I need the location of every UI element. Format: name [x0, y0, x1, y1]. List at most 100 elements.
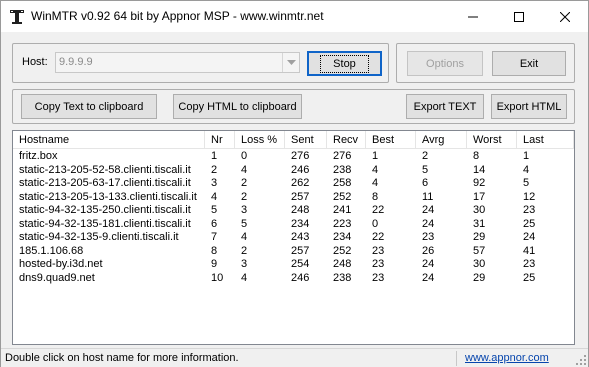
column-header-worst[interactable]: Worst	[467, 131, 517, 149]
cell-hostname[interactable]: static-213-205-13-133.clienti.tiscali.it	[13, 191, 205, 205]
cell-loss: 4	[241, 271, 248, 284]
cell-loss: 2	[241, 190, 248, 203]
close-button[interactable]	[542, 1, 588, 32]
table-row[interactable]: static-213-205-63-17.clienti.tiscali.it 3…	[13, 177, 574, 191]
host-value[interactable]: 9.9.9.9	[59, 56, 93, 68]
column-header-last[interactable]: Last	[517, 131, 574, 149]
table-row[interactable]: static-213-205-52-58.clienti.tiscali.it 2…	[13, 164, 574, 178]
cell-sent: 246	[291, 163, 310, 176]
minimize-button[interactable]	[450, 1, 496, 32]
resize-grip-icon[interactable]	[576, 355, 586, 365]
export-html-button[interactable]: Export HTML	[491, 94, 567, 119]
cell-hostname[interactable]: static-94-32-135-250.clienti.tiscali.it	[13, 204, 205, 218]
copy-text-button[interactable]: Copy Text to clipboard	[21, 94, 157, 119]
copy-text-label: Copy Text to clipboard	[34, 100, 144, 113]
cell-worst: 17	[473, 190, 486, 203]
cell-best: 22	[372, 231, 385, 243]
column-header-sent[interactable]: Sent	[285, 131, 327, 149]
table-header: Hostname Nr Loss % Sent Recv Best Avrg W…	[13, 131, 574, 149]
cell-avrg: 6	[422, 177, 429, 189]
cell-nr: 1	[211, 150, 218, 162]
cell-last: 12	[523, 190, 536, 203]
cell-sent: 262	[291, 177, 310, 189]
cell-best: 23	[372, 271, 385, 284]
cell-last: 1	[523, 150, 530, 162]
stop-button[interactable]: Stop	[307, 51, 382, 76]
chevron-down-icon[interactable]	[282, 53, 299, 72]
cell-nr: 4	[211, 190, 218, 203]
cell-worst: 30	[473, 204, 486, 216]
cell-loss: 2	[241, 177, 248, 189]
export-html-label: Export HTML	[496, 100, 562, 113]
cell-sent: 248	[291, 204, 310, 216]
export-text-label: Export TEXT	[413, 100, 477, 113]
cell-recv: 241	[333, 204, 352, 216]
cell-recv: 234	[333, 231, 352, 243]
cell-last: 4	[523, 163, 530, 176]
app-icon	[9, 9, 25, 25]
cell-avrg: 24	[422, 271, 435, 284]
cell-hostname[interactable]: static-213-205-52-58.clienti.tiscali.it	[13, 164, 205, 178]
cell-hostname[interactable]: hosted-by.i3d.net	[13, 258, 205, 272]
cell-sent: 257	[291, 190, 310, 203]
cell-sent: 234	[291, 217, 310, 230]
cell-best: 23	[372, 258, 385, 270]
appnor-link[interactable]: www.appnor.com	[465, 352, 549, 364]
column-header-best[interactable]: Best	[366, 131, 416, 149]
cell-nr: 6	[211, 217, 218, 230]
table-row[interactable]: hosted-by.i3d.net 9 3 254 248 23 24 30 23	[13, 258, 574, 272]
exit-button[interactable]: Exit	[492, 51, 566, 76]
results-table[interactable]: Hostname Nr Loss % Sent Recv Best Avrg W…	[12, 130, 575, 345]
cell-avrg: 24	[422, 217, 435, 230]
cell-sent: 276	[291, 150, 310, 162]
cell-hostname[interactable]: static-94-32-135-181.clienti.tiscali.it	[13, 218, 205, 232]
cell-recv: 252	[333, 190, 352, 203]
table-row[interactable]: dns9.quad9.net 10 4 246 238 23 24 29 25	[13, 272, 574, 286]
export-text-button[interactable]: Export TEXT	[406, 94, 484, 119]
table-row[interactable]: static-94-32-135-181.clienti.tiscali.it 6…	[13, 218, 574, 232]
cell-nr: 9	[211, 258, 218, 270]
cell-loss: 2	[241, 244, 248, 257]
cell-last: 41	[523, 244, 536, 257]
column-header-nr[interactable]: Nr	[205, 131, 235, 149]
table-body: fritz.box 1 0 276 276 1 2 8 1 static-213-205-52-5…	[13, 150, 574, 285]
cell-nr: 2	[211, 163, 218, 176]
cell-best: 4	[372, 177, 379, 189]
cell-sent: 246	[291, 271, 310, 284]
cell-hostname[interactable]: fritz.box	[13, 150, 205, 164]
cell-hostname[interactable]: static-94-32-135-9.clienti.tiscali.it	[13, 231, 205, 245]
options-button[interactable]: Options	[407, 51, 483, 76]
table-row[interactable]: static-94-32-135-250.clienti.tiscali.it 5…	[13, 204, 574, 218]
table-row[interactable]: fritz.box 1 0 276 276 1 2 8 1	[13, 150, 574, 164]
column-header-hostname[interactable]: Hostname	[13, 131, 205, 149]
cell-hostname[interactable]: static-213-205-63-17.clienti.tiscali.it	[13, 177, 205, 191]
cell-worst: 29	[473, 271, 486, 284]
cell-sent: 254	[291, 258, 310, 270]
column-header-loss[interactable]: Loss %	[235, 131, 285, 149]
title-bar[interactable]: WinMTR v0.92 64 bit by Appnor MSP - www.…	[1, 1, 588, 32]
table-row[interactable]: 185.1.106.68 8 2 257 252 23 26 57 41	[13, 245, 574, 259]
cell-nr: 7	[211, 231, 218, 243]
cell-best: 1	[372, 150, 379, 162]
cell-hostname[interactable]: 185.1.106.68	[13, 245, 205, 259]
cell-avrg: 2	[422, 150, 429, 162]
cell-best: 23	[372, 244, 385, 257]
exit-button-label: Exit	[519, 57, 539, 70]
cell-last: 24	[523, 231, 536, 243]
cell-recv: 238	[333, 163, 352, 176]
cell-avrg: 24	[422, 258, 435, 270]
table-row[interactable]: static-213-205-13-133.clienti.tiscali.it…	[13, 191, 574, 205]
copy-html-label: Copy HTML to clipboard	[178, 100, 297, 113]
column-header-avrg[interactable]: Avrg	[416, 131, 467, 149]
close-icon	[560, 11, 570, 22]
cell-nr: 10	[211, 271, 224, 284]
host-combobox[interactable]: 9.9.9.9	[55, 52, 300, 73]
table-row[interactable]: static-94-32-135-9.clienti.tiscali.it 7 4 2…	[13, 231, 574, 245]
status-divider	[456, 351, 457, 366]
cell-hostname[interactable]: dns9.quad9.net	[13, 272, 205, 286]
winmtr-window: WinMTR v0.92 64 bit by Appnor MSP - www.…	[0, 0, 589, 367]
column-header-recv[interactable]: Recv	[327, 131, 366, 149]
copy-html-button[interactable]: Copy HTML to clipboard	[173, 94, 302, 119]
maximize-button[interactable]	[496, 1, 542, 32]
cell-worst: 8	[473, 150, 480, 162]
